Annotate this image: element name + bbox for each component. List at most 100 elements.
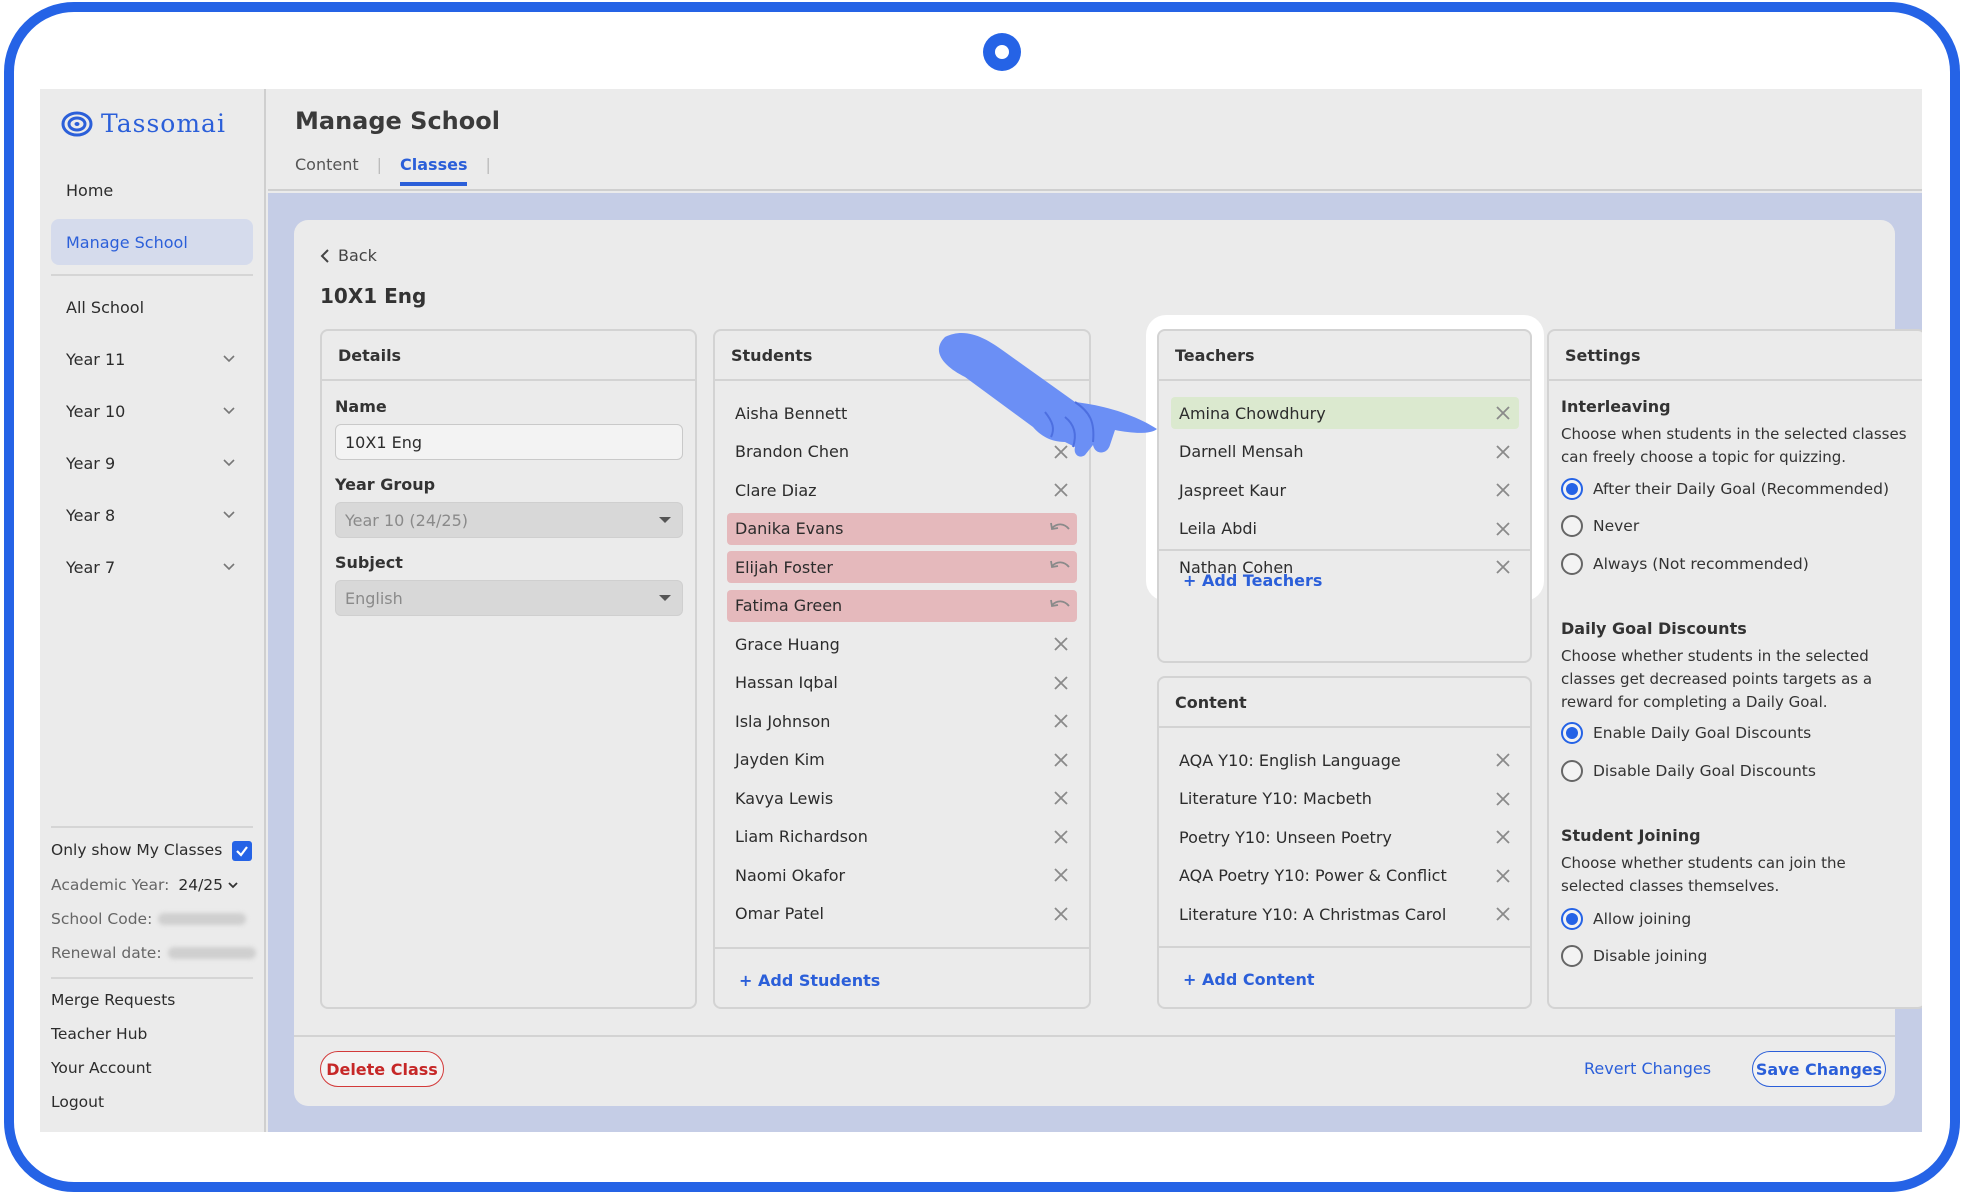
close-icon[interactable]	[1053, 752, 1069, 768]
chevron-down-icon	[223, 511, 235, 519]
year-group-label: Year Group	[335, 475, 436, 494]
undo-icon[interactable]	[1049, 521, 1071, 537]
chevron-left-icon	[320, 248, 329, 263]
back-button[interactable]: Back	[320, 246, 377, 265]
radio-empty-icon	[1561, 515, 1583, 537]
revert-changes-button[interactable]: Revert Changes	[1584, 1059, 1711, 1078]
radio-joining-allow[interactable]: Allow joining	[1561, 908, 1691, 930]
school-code-row: School Code:	[51, 910, 247, 928]
brand-logo[interactable]: Tassomai	[61, 109, 226, 138]
list-item-label: AQA Y10: English Language	[1179, 750, 1401, 770]
close-icon[interactable]	[1053, 790, 1069, 806]
list-item: Liam Richardson	[727, 821, 1077, 853]
close-icon[interactable]	[1495, 559, 1511, 575]
link-teacher-hub[interactable]: Teacher Hub	[51, 1025, 147, 1043]
list-item-label: Darnell Mensah	[1179, 442, 1304, 461]
list-item-label: Literature Y10: Macbeth	[1179, 789, 1372, 808]
tab-separator: |	[485, 155, 491, 174]
radio-interleaving-after[interactable]: After their Daily Goal (Recommended)	[1561, 478, 1889, 500]
students-footer-divider	[715, 947, 1089, 949]
tab-content[interactable]: Content	[295, 155, 359, 182]
renewal-date-label: Renewal date:	[51, 944, 162, 962]
close-icon[interactable]	[1053, 482, 1069, 498]
radio-label: Allow joining	[1593, 910, 1692, 928]
radio-label: Enable Daily Goal Discounts	[1593, 724, 1812, 742]
only-my-classes-label: Only show My Classes	[51, 841, 223, 859]
spiral-logo-icon	[61, 111, 93, 136]
close-icon[interactable]	[1495, 791, 1511, 807]
close-icon[interactable]	[1053, 675, 1069, 691]
radio-interleaving-always[interactable]: Always (Not recommended)	[1561, 553, 1809, 575]
nav-label: Home	[66, 180, 114, 200]
teachers-panel: Teachers + Add Teachers Amina Chowdhury D…	[1157, 329, 1532, 663]
radio-label: Never	[1593, 517, 1640, 535]
close-icon[interactable]	[1495, 906, 1511, 922]
close-icon[interactable]	[1495, 444, 1511, 460]
list-item-label: Clare Diaz	[735, 480, 817, 500]
nav-label: All School	[66, 297, 145, 317]
details-title: Details	[322, 331, 695, 381]
add-content-link[interactable]: + Add Content	[1183, 970, 1315, 989]
close-icon[interactable]	[1495, 752, 1511, 768]
undo-icon[interactable]	[1049, 598, 1071, 614]
renewal-date-redacted	[167, 947, 256, 959]
brand-name: Tassomai	[101, 109, 226, 138]
list-item-label: Liam Richardson	[735, 827, 868, 846]
list-item-label: Kavya Lewis	[735, 788, 834, 808]
list-item-label: Isla Johnson	[735, 711, 831, 731]
interleaving-desc: Choose when students in the selected cla…	[1561, 425, 1907, 466]
list-item: Grace Huang	[727, 628, 1077, 660]
close-icon[interactable]	[1495, 405, 1511, 421]
undo-icon[interactable]	[1049, 559, 1071, 575]
teachers-title: Teachers	[1159, 331, 1530, 381]
year-group-select: Year 10 (24/25)	[335, 502, 683, 538]
delete-class-button[interactable]: Delete Class	[320, 1051, 444, 1087]
close-icon[interactable]	[1495, 521, 1511, 537]
nav-label: Year 9	[66, 453, 116, 473]
radio-label: Disable joining	[1593, 947, 1708, 965]
nav-label: Year 8	[66, 505, 116, 525]
close-icon[interactable]	[1053, 829, 1069, 845]
nav-manage-school[interactable]: Manage School	[51, 219, 253, 265]
link-your-account[interactable]: Your Account	[51, 1059, 152, 1077]
list-item: Fatima Green	[727, 589, 1077, 622]
nav-all-school[interactable]: All School	[51, 284, 253, 330]
close-icon[interactable]	[1495, 868, 1511, 884]
list-item: AQA Poetry Y10: Power & Conflict	[1171, 860, 1519, 892]
chevron-down-icon	[223, 563, 235, 571]
nav-year-7[interactable]: Year 7	[51, 544, 253, 590]
save-changes-button[interactable]: Save Changes	[1752, 1051, 1886, 1087]
list-item-label: Aisha Bennett	[735, 403, 848, 423]
radio-discounts-enable[interactable]: Enable Daily Goal Discounts	[1561, 722, 1811, 744]
nav-year-10[interactable]: Year 10	[51, 388, 253, 434]
academic-year-row[interactable]: Academic Year: 24/25	[51, 876, 239, 894]
name-field[interactable]: 10X1 Eng	[335, 424, 683, 460]
close-icon[interactable]	[1495, 482, 1511, 498]
list-item: Leila Abdi	[1171, 513, 1519, 545]
close-icon[interactable]	[1053, 636, 1069, 652]
radio-joining-disable[interactable]: Disable joining	[1561, 945, 1707, 967]
year-group-value: Year 10 (24/25)	[345, 510, 468, 530]
nav-year-11[interactable]: Year 11	[51, 336, 253, 382]
tab-classes[interactable]: Classes	[400, 155, 468, 186]
nav-home[interactable]: Home	[51, 167, 253, 213]
list-item-label: Grace Huang	[735, 634, 840, 654]
nav-year-8[interactable]: Year 8	[51, 492, 253, 538]
radio-label: After their Daily Goal (Recommended)	[1593, 480, 1890, 498]
add-students-link[interactable]: + Add Students	[739, 971, 880, 990]
radio-interleaving-never[interactable]: Never	[1561, 515, 1639, 537]
close-icon[interactable]	[1053, 906, 1069, 922]
close-icon[interactable]	[1053, 867, 1069, 883]
link-merge-requests[interactable]: Merge Requests	[51, 991, 175, 1009]
link-logout[interactable]: Logout	[51, 1093, 104, 1111]
sidebar-divider	[51, 274, 253, 276]
list-item-label: Omar Patel	[735, 904, 824, 923]
close-icon[interactable]	[1495, 829, 1511, 845]
close-icon[interactable]	[1053, 713, 1069, 729]
nav-year-9[interactable]: Year 9	[51, 440, 253, 486]
only-my-classes-checkbox[interactable]	[232, 841, 252, 861]
list-item-label: Jaspreet Kaur	[1179, 480, 1287, 500]
list-item-label: Poetry Y10: Unseen Poetry	[1179, 827, 1392, 847]
checkmark-icon	[236, 846, 248, 857]
radio-discounts-disable[interactable]: Disable Daily Goal Discounts	[1561, 760, 1816, 782]
